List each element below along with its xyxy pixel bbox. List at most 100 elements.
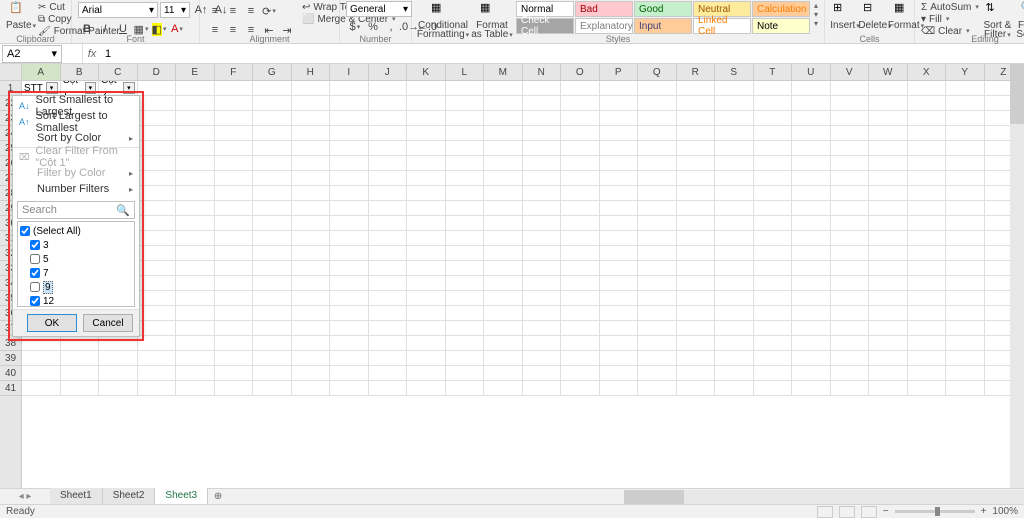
cell[interactable] <box>638 81 677 96</box>
cell[interactable] <box>330 291 369 306</box>
cell[interactable] <box>523 171 562 186</box>
cell[interactable] <box>600 81 639 96</box>
page-break-view-button[interactable] <box>861 506 877 518</box>
cell[interactable] <box>792 366 831 381</box>
zoom-in-button[interactable]: + <box>981 506 987 517</box>
cell[interactable] <box>715 201 754 216</box>
cell[interactable] <box>600 186 639 201</box>
cell[interactable] <box>523 366 562 381</box>
cell[interactable] <box>292 381 331 396</box>
cell[interactable] <box>561 261 600 276</box>
cell[interactable] <box>253 201 292 216</box>
number-filters-item[interactable]: Number Filters▸ <box>13 181 139 197</box>
cell[interactable] <box>754 291 793 306</box>
cell[interactable] <box>292 81 331 96</box>
row-header[interactable]: 41 <box>0 381 21 396</box>
select-all-corner[interactable] <box>0 64 22 80</box>
cell[interactable] <box>523 111 562 126</box>
cell[interactable] <box>869 246 908 261</box>
cell[interactable] <box>715 216 754 231</box>
column-header[interactable]: D <box>138 64 177 80</box>
cell[interactable] <box>446 141 485 156</box>
cell[interactable] <box>215 96 254 111</box>
column-header[interactable]: O <box>561 64 600 80</box>
zoom-out-button[interactable]: − <box>883 506 889 517</box>
zoom-slider[interactable] <box>895 510 975 513</box>
cell[interactable] <box>215 291 254 306</box>
cell[interactable] <box>330 336 369 351</box>
cell[interactable] <box>407 306 446 321</box>
cell[interactable] <box>369 276 408 291</box>
cell[interactable] <box>99 381 138 396</box>
cell[interactable] <box>138 96 177 111</box>
cell[interactable] <box>638 156 677 171</box>
cell[interactable] <box>176 201 215 216</box>
cell[interactable] <box>330 306 369 321</box>
cell[interactable] <box>215 321 254 336</box>
cell[interactable] <box>831 336 870 351</box>
cell[interactable] <box>176 186 215 201</box>
sheet-tab[interactable]: Sheet1 <box>50 488 103 504</box>
cell[interactable] <box>600 321 639 336</box>
column-header[interactable]: K <box>407 64 446 80</box>
cell[interactable] <box>792 156 831 171</box>
cell[interactable] <box>792 201 831 216</box>
cell[interactable] <box>292 291 331 306</box>
cell[interactable] <box>908 336 947 351</box>
cell[interactable] <box>715 171 754 186</box>
cell[interactable] <box>600 126 639 141</box>
cell[interactable] <box>484 276 523 291</box>
cell[interactable] <box>638 366 677 381</box>
column-header[interactable]: L <box>446 64 485 80</box>
cell[interactable] <box>677 351 716 366</box>
cell[interactable] <box>330 96 369 111</box>
cell[interactable] <box>946 291 985 306</box>
cell[interactable] <box>215 276 254 291</box>
cell[interactable] <box>484 321 523 336</box>
cell[interactable] <box>138 261 177 276</box>
scrollbar-thumb[interactable] <box>1010 64 1024 124</box>
cell[interactable] <box>946 261 985 276</box>
cell[interactable] <box>253 321 292 336</box>
ok-button[interactable]: OK <box>27 314 77 332</box>
cell[interactable] <box>523 381 562 396</box>
cells-area[interactable]: STT▾Cột 1▾Cột 2▾ <box>22 81 1024 488</box>
cell[interactable] <box>253 366 292 381</box>
cell[interactable] <box>176 171 215 186</box>
font-name-select[interactable]: Arial▾ <box>78 2 158 18</box>
column-header[interactable]: J <box>369 64 408 80</box>
cell[interactable] <box>484 81 523 96</box>
cell[interactable] <box>600 96 639 111</box>
cell[interactable] <box>176 291 215 306</box>
cell[interactable] <box>754 141 793 156</box>
cell[interactable] <box>638 171 677 186</box>
cell[interactable] <box>792 381 831 396</box>
cell[interactable] <box>638 231 677 246</box>
cell[interactable] <box>61 351 100 366</box>
column-header[interactable]: T <box>754 64 793 80</box>
cell[interactable] <box>253 306 292 321</box>
cell[interactable] <box>138 366 177 381</box>
cell[interactable] <box>99 351 138 366</box>
cell[interactable] <box>561 336 600 351</box>
cell[interactable] <box>446 111 485 126</box>
cell[interactable] <box>292 156 331 171</box>
cell[interactable] <box>869 96 908 111</box>
cell[interactable] <box>523 141 562 156</box>
cell[interactable] <box>330 276 369 291</box>
cell[interactable] <box>369 321 408 336</box>
cell[interactable] <box>754 111 793 126</box>
cell[interactable] <box>176 366 215 381</box>
sheet-tab[interactable]: Sheet3 <box>155 488 208 506</box>
cell[interactable] <box>292 261 331 276</box>
cell[interactable] <box>946 321 985 336</box>
cell[interactable] <box>330 186 369 201</box>
cell[interactable] <box>715 276 754 291</box>
cell[interactable] <box>369 126 408 141</box>
cell[interactable] <box>677 336 716 351</box>
cell[interactable] <box>61 381 100 396</box>
cell[interactable] <box>292 201 331 216</box>
cell[interactable] <box>831 126 870 141</box>
cell[interactable] <box>946 246 985 261</box>
cell[interactable] <box>484 381 523 396</box>
